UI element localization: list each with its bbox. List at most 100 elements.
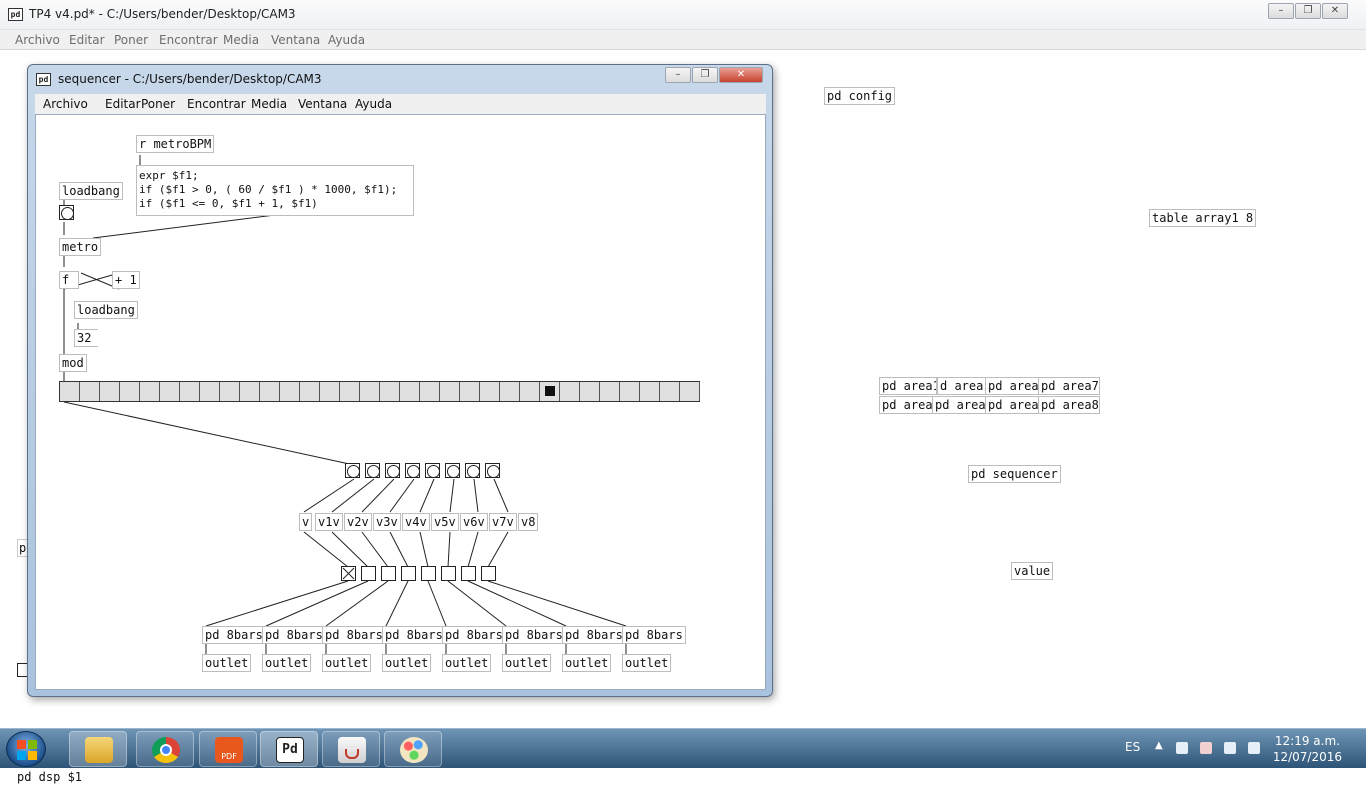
- radio-cell[interactable]: [60, 382, 80, 401]
- pd-sequencer-object[interactable]: pd sequencer: [968, 465, 1061, 483]
- menu-ayuda[interactable]: Ayuda: [328, 33, 365, 47]
- taskbar-clock[interactable]: 12:19 a.m. 12/07/2016: [1273, 733, 1342, 765]
- pd-area1-object[interactable]: pd area1: [879, 377, 937, 395]
- radio-cell[interactable]: [480, 382, 500, 401]
- metro-object[interactable]: metro: [59, 238, 102, 256]
- taskbar-explorer[interactable]: [69, 731, 127, 767]
- radio-cell[interactable]: [180, 382, 200, 401]
- r-metrobpm-object[interactable]: r metroBPM: [136, 135, 215, 153]
- outlet-5[interactable]: outlet: [442, 654, 492, 672]
- v-object-2[interactable]: v2v: [344, 513, 372, 531]
- radio-cell[interactable]: [400, 382, 420, 401]
- outlet-1[interactable]: outlet: [202, 654, 252, 672]
- bang-8[interactable]: [485, 463, 500, 478]
- pd-8bars-3[interactable]: pd 8bars: [322, 626, 386, 644]
- pd-area4-object[interactable]: pd area: [932, 396, 986, 414]
- radio-cell[interactable]: [200, 382, 220, 401]
- v-object-6[interactable]: v6v: [460, 513, 488, 531]
- radio-cell[interactable]: [140, 382, 160, 401]
- outlet-4[interactable]: outlet: [382, 654, 432, 672]
- menu-archivo[interactable]: Archivo: [43, 97, 88, 111]
- float-object[interactable]: f: [59, 271, 79, 289]
- toggle-8[interactable]: [481, 566, 496, 581]
- pd-area2-object[interactable]: pd area: [879, 396, 937, 414]
- radio-cell[interactable]: [320, 382, 340, 401]
- v-object-3[interactable]: v3v: [373, 513, 401, 531]
- pd-area6-object[interactable]: pd area: [985, 396, 1039, 414]
- expr-object[interactable]: expr $f1; if ($f1 > 0, ( 60 / $f1 ) * 10…: [136, 165, 414, 216]
- radio-cell[interactable]: [540, 382, 560, 401]
- bang-4[interactable]: [405, 463, 420, 478]
- radio-cell[interactable]: [580, 382, 600, 401]
- tray-flag-icon[interactable]: [1176, 742, 1188, 754]
- pd-area7-object[interactable]: pd area7: [1038, 377, 1100, 395]
- pd-area5-object[interactable]: pd area: [985, 377, 1039, 395]
- toggle-1[interactable]: [341, 566, 356, 581]
- loadbang-object[interactable]: loadbang: [59, 182, 123, 200]
- menu-ayuda[interactable]: Ayuda: [355, 97, 392, 111]
- tray-network-icon[interactable]: [1200, 742, 1212, 754]
- outlet-3[interactable]: outlet: [322, 654, 372, 672]
- bang-3[interactable]: [385, 463, 400, 478]
- toggle-4[interactable]: [401, 566, 416, 581]
- table-array1-object[interactable]: table array1 8: [1149, 209, 1257, 227]
- menu-encontrar[interactable]: Encontrar: [187, 97, 246, 111]
- radio-cell[interactable]: [600, 382, 620, 401]
- loadbang-bang[interactable]: [59, 205, 74, 220]
- outlet-7[interactable]: outlet: [562, 654, 612, 672]
- pd-8bars-8[interactable]: pd 8bars: [622, 626, 686, 644]
- v-object-4[interactable]: v4v: [402, 513, 430, 531]
- radio-cell[interactable]: [240, 382, 260, 401]
- number-box-32[interactable]: 32: [74, 329, 104, 347]
- toggle-3[interactable]: [381, 566, 396, 581]
- maximize-button[interactable]: ❐: [692, 67, 718, 83]
- menu-media[interactable]: Media: [223, 33, 259, 47]
- taskbar-paint[interactable]: [384, 731, 442, 767]
- menu-media[interactable]: Media: [251, 97, 287, 111]
- bang-1[interactable]: [345, 463, 360, 478]
- radio-cell[interactable]: [360, 382, 380, 401]
- radio-cell[interactable]: [560, 382, 580, 401]
- toggle-2[interactable]: [361, 566, 376, 581]
- close-button[interactable]: ✕: [719, 67, 763, 83]
- v-object-1[interactable]: v1v: [315, 513, 343, 531]
- pd-8bars-6[interactable]: pd 8bars: [502, 626, 566, 644]
- taskbar-puredata[interactable]: Pd: [260, 731, 318, 767]
- radio-cell[interactable]: [620, 382, 640, 401]
- radio-cell[interactable]: [520, 382, 540, 401]
- sequencer-canvas[interactable]: r metroBPM expr $f1; if ($f1 > 0, ( 60 /…: [35, 114, 766, 690]
- radio-cell[interactable]: [220, 382, 240, 401]
- taskbar-java[interactable]: [322, 731, 380, 767]
- taskbar-pdf[interactable]: PDF: [199, 731, 257, 767]
- v-object-8[interactable]: v8: [518, 513, 539, 531]
- pd-8bars-2[interactable]: pd 8bars: [262, 626, 326, 644]
- plus-one-object[interactable]: + 1: [112, 271, 140, 289]
- radio-cell[interactable]: [340, 382, 360, 401]
- outlet-8[interactable]: outlet: [622, 654, 672, 672]
- pd-8bars-5[interactable]: pd 8bars: [442, 626, 506, 644]
- radio-cell[interactable]: [100, 382, 120, 401]
- radio-cell[interactable]: [280, 382, 300, 401]
- radio-cell[interactable]: [300, 382, 320, 401]
- toggle-6[interactable]: [441, 566, 456, 581]
- bang-6[interactable]: [445, 463, 460, 478]
- bang-7[interactable]: [465, 463, 480, 478]
- toggle-5[interactable]: [421, 566, 436, 581]
- language-indicator[interactable]: ES: [1125, 740, 1140, 754]
- maximize-button[interactable]: ❐: [1295, 3, 1321, 19]
- pd-area8-object[interactable]: pd area8: [1038, 396, 1100, 414]
- menu-editar[interactable]: Editar: [69, 33, 105, 47]
- taskbar-chrome[interactable]: [136, 731, 194, 767]
- radio-cell[interactable]: [660, 382, 680, 401]
- tray-volume-icon[interactable]: [1248, 742, 1260, 754]
- toggle-7[interactable]: [461, 566, 476, 581]
- pd-8bars-7[interactable]: pd 8bars: [562, 626, 626, 644]
- pd-area3-object[interactable]: d area: [937, 377, 987, 395]
- radio-cell[interactable]: [120, 382, 140, 401]
- v-object-0[interactable]: v: [299, 513, 313, 531]
- bang-2[interactable]: [365, 463, 380, 478]
- v-object-5[interactable]: v5v: [431, 513, 459, 531]
- menu-poner[interactable]: Poner: [114, 33, 148, 47]
- step-radio[interactable]: [59, 381, 700, 402]
- radio-cell[interactable]: [680, 382, 700, 401]
